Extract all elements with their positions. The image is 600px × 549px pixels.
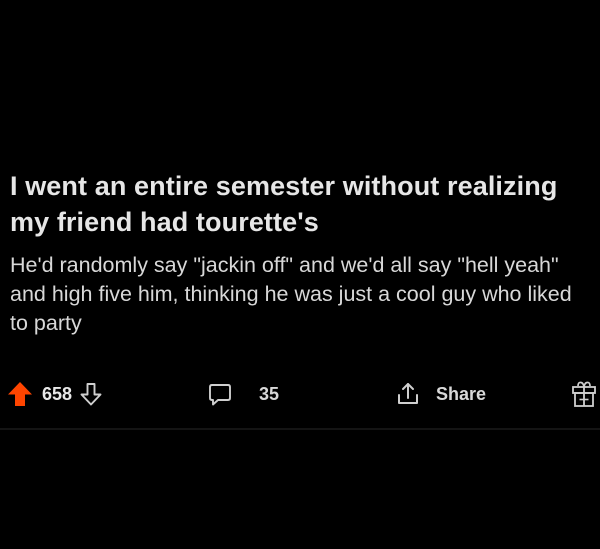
upvote-count: 658 [42, 383, 73, 404]
vote-controls: 658 [6, 374, 104, 414]
comment-count: 35 [259, 383, 280, 404]
post-content: I went an entire semester without realiz… [10, 168, 595, 338]
share-button[interactable]: Share [394, 374, 486, 414]
comment-icon [207, 381, 233, 407]
post-body: He'd randomly say "jackin off" and we'd … [10, 253, 572, 335]
award-button[interactable] [570, 374, 598, 414]
share-icon [394, 380, 422, 408]
post-action-bar: 658 35 Share [0, 374, 600, 414]
downvote-icon[interactable] [78, 381, 104, 407]
post-divider [0, 428, 600, 430]
upvote-icon[interactable] [6, 380, 34, 408]
post-title[interactable]: I went an entire semester without realiz… [10, 168, 595, 240]
gift-award-icon [570, 379, 598, 409]
comments-button[interactable]: 35 [207, 374, 279, 414]
share-label: Share [436, 383, 487, 404]
